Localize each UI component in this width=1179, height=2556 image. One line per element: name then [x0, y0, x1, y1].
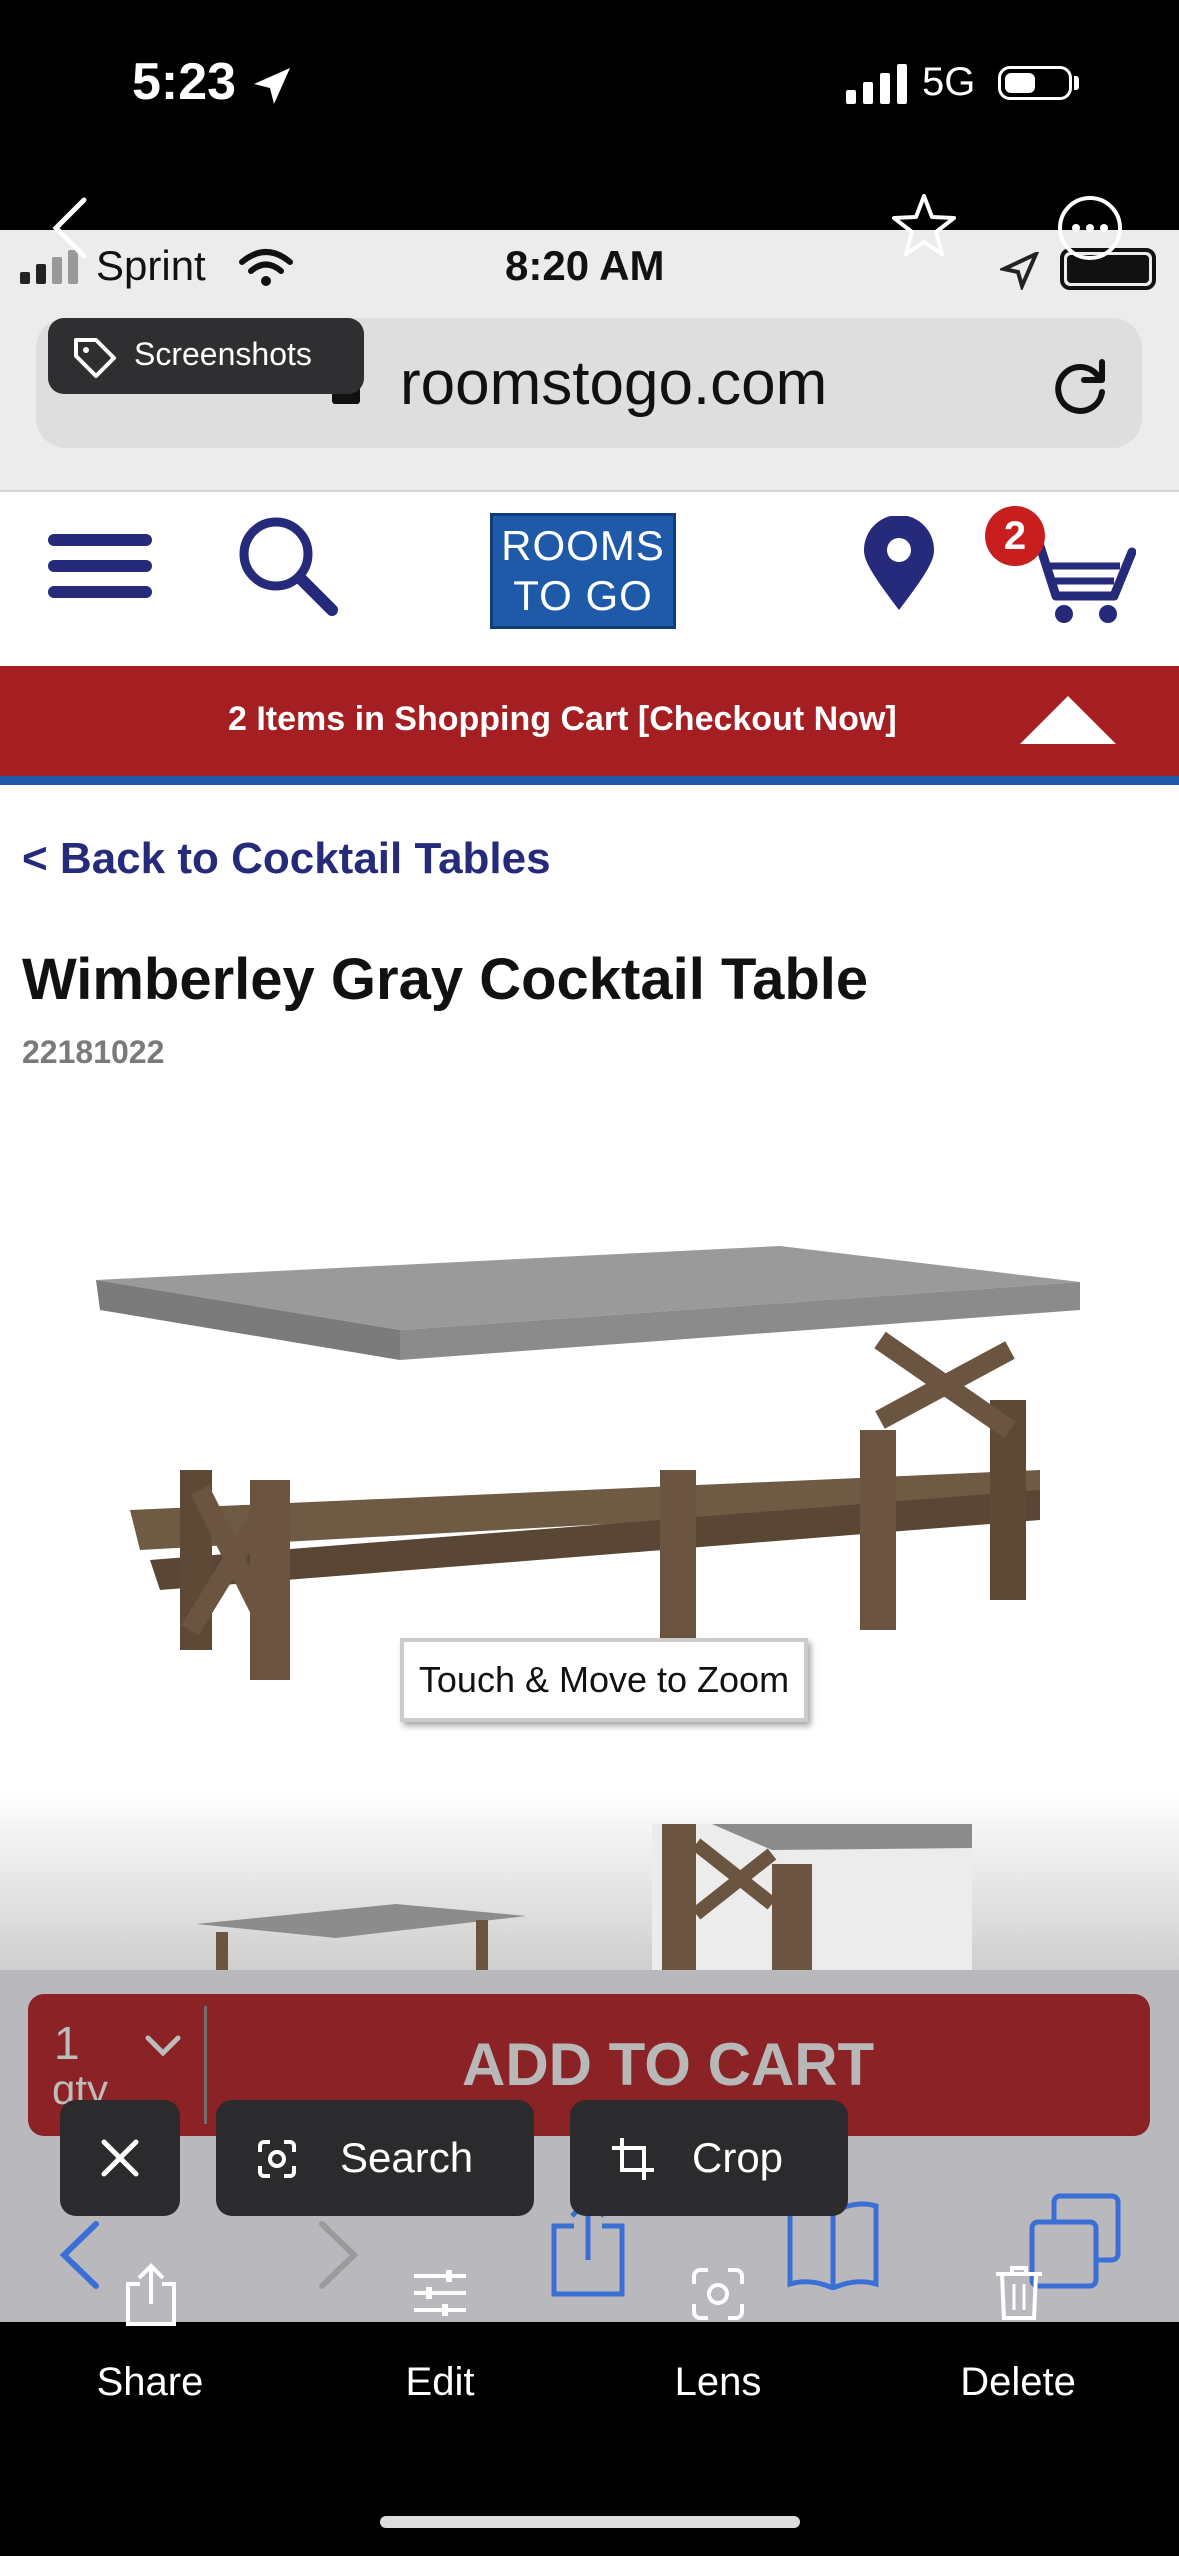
lens-crop-button[interactable]: Crop: [570, 2100, 848, 2216]
rooms-to-go-logo[interactable]: ROOMS TO GO: [490, 513, 676, 629]
edit-label[interactable]: Edit: [340, 2360, 540, 2405]
thumbnail-1[interactable]: [196, 1898, 536, 1970]
thumbnail-strip[interactable]: [0, 1790, 1179, 1970]
screenshot-preview[interactable]: Sprint 8:20 AM roomstogo.com ROOMS TO GO: [0, 230, 1179, 2322]
lens-crop-label[interactable]: Crop: [692, 2134, 783, 2182]
product-sku: 22181022: [22, 1034, 165, 1070]
search-icon[interactable]: [236, 514, 340, 618]
inner-location-icon: [1000, 252, 1040, 290]
delete-label[interactable]: Delete: [918, 2360, 1118, 2405]
battery-nub: [1074, 76, 1079, 90]
more-options-icon[interactable]: [1056, 194, 1124, 262]
quantity-value[interactable]: 1: [54, 2016, 80, 2070]
inner-carrier: Sprint: [96, 242, 206, 289]
back-to-category-link[interactable]: < Back to Cocktail Tables: [22, 834, 551, 884]
wifi-icon: [239, 249, 293, 286]
network-type: 5G: [922, 60, 976, 104]
inner-time: 8:20 AM: [505, 242, 665, 289]
thumbnail-2[interactable]: [652, 1824, 972, 1970]
store-locator-pin-icon[interactable]: [862, 516, 936, 612]
browser-back-icon[interactable]: [58, 2220, 102, 2290]
trash-icon[interactable]: [994, 2264, 1044, 2322]
hamburger-menu-icon[interactable]: [48, 532, 152, 600]
cart-banner-text[interactable]: 2 Items in Shopping Cart [Checkout Now]: [228, 700, 897, 739]
reload-icon[interactable]: [1048, 356, 1112, 420]
url-text[interactable]: roomstogo.com: [400, 348, 827, 419]
lens-search-label[interactable]: Search: [340, 2134, 473, 2182]
share-icon[interactable]: [124, 2262, 178, 2328]
lens-search-icon: [258, 2140, 296, 2178]
chevron-down-icon[interactable]: [144, 2034, 182, 2058]
photo-back-icon[interactable]: [50, 196, 90, 260]
screenshots-tag[interactable]: Screenshots: [48, 318, 364, 394]
battery-icon: [998, 66, 1072, 100]
favorite-star-icon[interactable]: [890, 192, 958, 260]
lens-search-button[interactable]: Search: [216, 2100, 534, 2216]
crop-icon: [612, 2138, 654, 2180]
home-indicator[interactable]: [380, 2516, 800, 2528]
outer-status-bar: [0, 0, 1179, 230]
lens-icon[interactable]: [690, 2266, 746, 2322]
lens-label[interactable]: Lens: [618, 2360, 818, 2405]
screenshots-tag-label[interactable]: Screenshots: [134, 336, 312, 373]
lens-close-button[interactable]: [60, 2100, 180, 2216]
add-to-cart-label[interactable]: ADD TO CART: [462, 2030, 874, 2099]
product-title: Wimberley Gray Cocktail Table: [22, 947, 869, 1012]
cart-banner[interactable]: 2 Items in Shopping Cart [Checkout Now]: [0, 666, 1179, 785]
logo-line2: TO GO: [513, 572, 653, 619]
cart-count-badge: 2: [985, 506, 1045, 566]
share-label[interactable]: Share: [50, 2360, 250, 2405]
tag-icon: [74, 338, 116, 378]
close-icon: [101, 2139, 139, 2177]
location-arrow-icon: [254, 68, 290, 104]
edit-adjust-icon[interactable]: [412, 2268, 468, 2318]
logo-line1: ROOMS: [501, 522, 665, 569]
zoom-hint: Touch & Move to Zoom: [400, 1638, 808, 1722]
status-time: 5:23: [132, 53, 237, 111]
browser-forward-icon[interactable]: [316, 2220, 360, 2290]
collapse-triangle-icon[interactable]: [1016, 692, 1120, 748]
quantity-divider: [204, 2006, 207, 2124]
cellular-signal-icon: [846, 64, 907, 104]
